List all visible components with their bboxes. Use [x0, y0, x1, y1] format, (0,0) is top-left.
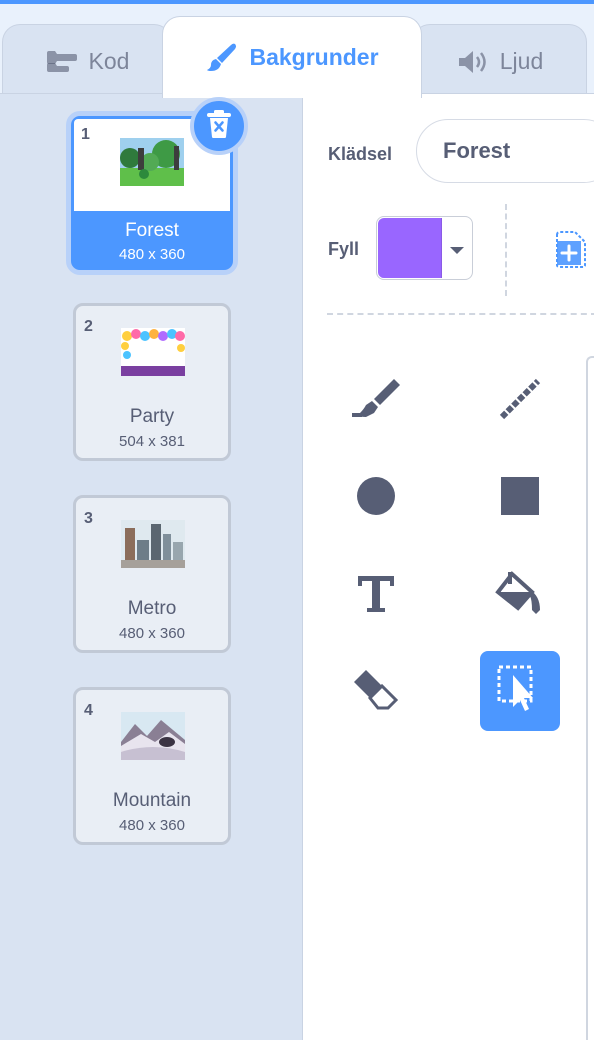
eraser-tool[interactable]: [336, 652, 416, 732]
party-thumbnail: [121, 328, 185, 376]
backdrop-name: Party: [129, 406, 175, 427]
backdrop-number: 2: [84, 318, 93, 335]
select-icon: [495, 663, 545, 720]
backdrop-item-mountain[interactable]: 4 Mountain 480 x 360: [73, 687, 231, 845]
backdrop-size: 480 x 360: [119, 246, 185, 263]
drawing-canvas-edge[interactable]: [586, 356, 594, 1040]
tab-backdrops-label: Bakgrunder: [249, 44, 379, 70]
tab-code[interactable]: Kod: [2, 24, 172, 98]
code-blocks-icon: [45, 49, 79, 75]
fill-tool[interactable]: [480, 556, 560, 636]
eraser-icon: [350, 666, 402, 719]
backdrop-name: Metro: [127, 598, 177, 619]
speaker-icon: [456, 48, 490, 76]
tab-code-label: Kod: [88, 48, 130, 74]
backdrop-size: 504 x 381: [119, 433, 185, 450]
tab-sounds-label: Ljud: [499, 48, 544, 74]
brush-icon: [350, 375, 402, 428]
paintbrush-icon: [205, 41, 239, 75]
select-tool[interactable]: [480, 651, 560, 731]
text-tool[interactable]: [336, 556, 416, 636]
backdrop-size: 480 x 360: [119, 817, 185, 834]
mountain-thumbnail: [121, 712, 185, 760]
paint-editor: Klädsel Forest Fyll: [303, 93, 594, 1040]
chevron-down-icon: [447, 243, 467, 261]
costume-name-input[interactable]: Forest: [416, 119, 594, 183]
add-file-icon[interactable]: [553, 229, 589, 274]
toolbar-divider: [505, 204, 507, 296]
forest-thumbnail: [120, 138, 184, 186]
editor-tabs: Kod Bakgrunder Ljud: [0, 4, 594, 98]
line-icon: [496, 375, 544, 428]
fill-color-swatch: [378, 218, 442, 278]
rectangle-tool[interactable]: [480, 458, 560, 538]
tab-backdrops[interactable]: Bakgrunder: [162, 16, 422, 98]
paint-editor-window: Kod Bakgrunder Ljud 1 Forest 480 x 360 2…: [0, 0, 594, 1040]
brush-tool[interactable]: [336, 361, 416, 441]
backdrop-item-metro[interactable]: 3 Metro 480 x 360: [73, 495, 231, 653]
backdrop-number: 3: [84, 510, 93, 527]
text-icon: [354, 572, 398, 621]
rectangle-icon: [498, 474, 542, 523]
backdrop-name: Forest: [125, 220, 179, 241]
fill-color-picker[interactable]: [376, 216, 473, 280]
backdrop-list: 1 Forest 480 x 360 2 Party 504 x 381 3 M…: [0, 93, 303, 1040]
backdrop-size: 480 x 360: [119, 625, 185, 642]
delete-backdrop-button[interactable]: [190, 97, 248, 155]
backdrop-item-party[interactable]: 2 Party 504 x 381: [73, 303, 231, 461]
line-tool[interactable]: [480, 361, 560, 441]
fill-bucket-icon: [494, 570, 546, 623]
backdrop-number: 4: [84, 702, 93, 719]
circle-icon: [354, 474, 398, 523]
backdrop-number: 1: [81, 126, 90, 143]
costume-name-label: Klädsel: [328, 144, 393, 164]
circle-tool[interactable]: [336, 458, 416, 538]
fill-label: Fyll: [328, 239, 360, 259]
tab-sounds[interactable]: Ljud: [412, 24, 587, 98]
metro-thumbnail: [121, 520, 185, 568]
backdrop-name: Mountain: [112, 790, 192, 811]
trash-icon: [205, 109, 233, 144]
tools-divider: [327, 313, 594, 315]
